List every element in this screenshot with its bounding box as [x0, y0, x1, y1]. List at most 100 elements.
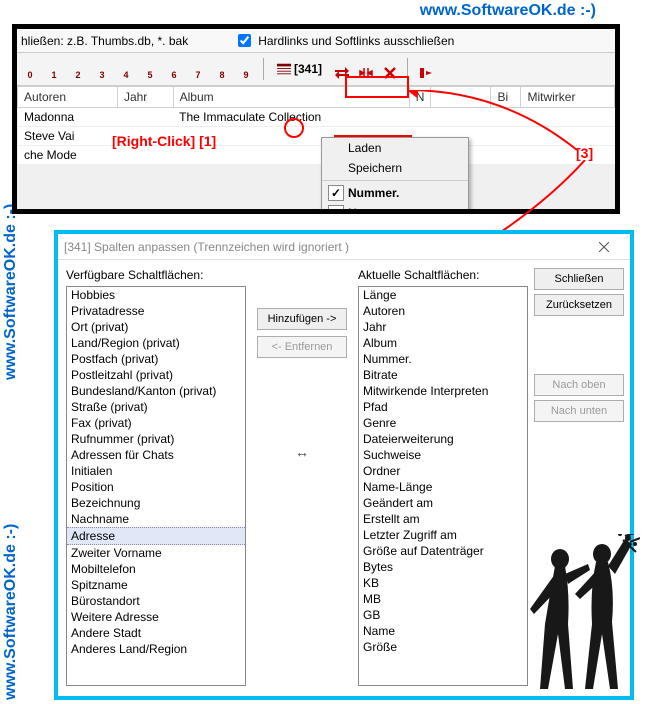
dialog-title: [341] Spalten anpassen (Trennzeichen wir…	[64, 240, 349, 254]
toolbar-btn-k9[interactable]: 9	[235, 57, 257, 81]
close-icon	[599, 242, 609, 252]
list-item[interactable]: Autoren	[359, 303, 527, 319]
list-item[interactable]: Bürostandort	[67, 593, 245, 609]
available-listbox[interactable]: HobbiesPrivatadresseOrt (privat)Land/Reg…	[66, 286, 246, 686]
close-button[interactable]	[584, 235, 624, 259]
list-item[interactable]: Weitere Adresse	[67, 609, 245, 625]
toolbar-btn-k0[interactable]: 0	[19, 57, 41, 81]
list-item[interactable]: Privatadresse	[67, 303, 245, 319]
watermark-top: www.SoftwareOK.de :-)	[420, 2, 596, 20]
current-label: Aktuelle Schaltflächen:	[358, 268, 528, 282]
list-item[interactable]: Größe	[359, 639, 527, 655]
current-column: Aktuelle Schaltflächen: LängeAutorenJahr…	[358, 268, 528, 688]
menu-name[interactable]: Name	[322, 203, 468, 214]
list-item[interactable]: Geändert am	[359, 495, 527, 511]
columns-341-label: [341]	[294, 62, 322, 76]
column-context-menu: Laden Speichern Nummer. Name	[321, 137, 469, 214]
list-item[interactable]: Position	[67, 479, 245, 495]
annotation-circle-1	[284, 118, 304, 138]
toolbar-btn-k5[interactable]: 5	[139, 57, 161, 81]
list-item[interactable]: Bitrate	[359, 367, 527, 383]
watermark-left: www.SoftwareOK.de :-)	[2, 204, 20, 380]
list-item[interactable]: Anderes Land/Region	[67, 641, 245, 657]
add-button[interactable]: Hinzufügen ->	[257, 308, 347, 330]
columns-341-button[interactable]: [341]	[270, 57, 329, 81]
list-item[interactable]: GB	[359, 607, 527, 623]
remove-button[interactable]: <- Entfernen	[257, 336, 347, 358]
list-item[interactable]: Rufnummer (privat)	[67, 431, 245, 447]
list-item[interactable]: Spitzname	[67, 577, 245, 593]
dialog-titlebar: [341] Spalten anpassen (Trennzeichen wir…	[58, 234, 630, 260]
menu-nummer[interactable]: Nummer.	[322, 183, 468, 203]
col-autoren[interactable]: Autoren	[18, 87, 118, 108]
list-item[interactable]: Ordner	[359, 463, 527, 479]
list-item[interactable]: Erstellt am	[359, 511, 527, 527]
list-item[interactable]: Länge	[359, 287, 527, 303]
toolbar-separator	[263, 58, 264, 80]
list-item[interactable]: Genre	[359, 415, 527, 431]
move-down-button[interactable]: Nach unten	[534, 400, 624, 422]
list-item[interactable]: KB	[359, 575, 527, 591]
columns-icon	[277, 63, 291, 75]
list-item[interactable]: Zweiter Vorname	[67, 545, 245, 561]
list-item[interactable]: Nummer.	[359, 351, 527, 367]
list-item[interactable]: Bezeichnung	[67, 495, 245, 511]
list-item[interactable]: Andere Stadt	[67, 625, 245, 641]
list-item[interactable]: Bytes	[359, 559, 527, 575]
hardlinks-checkbox-label[interactable]: Hardlinks und Softlinks ausschließen	[234, 31, 454, 50]
watermark-left-2: www.SoftwareOK.de :-)	[2, 524, 20, 700]
toolbar-btn-k2[interactable]: 2	[67, 57, 89, 81]
list-item[interactable]: MB	[359, 591, 527, 607]
filter-row: hließen: z.B. Thumbs.db, *. bak Hardlink…	[17, 29, 615, 52]
menu-laden[interactable]: Laden	[322, 138, 468, 158]
reset-button[interactable]: Zurücksetzen	[534, 294, 624, 316]
list-item[interactable]: Suchweise	[359, 447, 527, 463]
list-item[interactable]: Jahr	[359, 319, 527, 335]
list-item[interactable]: Postfach (privat)	[67, 351, 245, 367]
list-item[interactable]: Letzter Zugriff am	[359, 527, 527, 543]
list-item[interactable]: Adresse	[67, 527, 245, 545]
col-jahr[interactable]: Jahr	[117, 87, 173, 108]
available-column: Verfügbare Schaltflächen: HobbiesPrivata…	[66, 268, 246, 688]
toolbar-btn-k4[interactable]: 4	[115, 57, 137, 81]
toolbar-btn-k1[interactable]: 1	[43, 57, 65, 81]
list-item[interactable]: Mobiltelefon	[67, 561, 245, 577]
menu-speichern[interactable]: Speichern	[322, 158, 468, 178]
move-up-button[interactable]: Nach oben	[534, 374, 624, 396]
list-item[interactable]: Name	[359, 623, 527, 639]
hardlinks-text: Hardlinks und Softlinks ausschließen	[258, 34, 454, 48]
list-item[interactable]: Land/Region (privat)	[67, 335, 245, 351]
toolbar-btn-k8[interactable]: 8	[211, 57, 233, 81]
tool-icon	[418, 66, 432, 80]
grip-icon[interactable]: ↔	[295, 444, 309, 460]
list-item[interactable]: Dateierweiterung	[359, 431, 527, 447]
list-item[interactable]: Nachname	[67, 511, 245, 527]
list-item[interactable]: Initialen	[67, 463, 245, 479]
list-item[interactable]: Hobbies	[67, 287, 245, 303]
toolbar: 0 1 2 3 4 5 6 7 8 9 [341]	[17, 52, 615, 86]
list-item[interactable]: Mitwirkende Interpreten	[359, 383, 527, 399]
menu-separator	[322, 180, 468, 181]
list-item[interactable]: Album	[359, 335, 527, 351]
list-item[interactable]: Größe auf Datenträger	[359, 543, 527, 559]
middle-buttons: Hinzufügen -> <- Entfernen ↔	[252, 268, 352, 688]
available-label: Verfügbare Schaltflächen:	[66, 268, 246, 282]
list-item[interactable]: Adressen für Chats	[67, 447, 245, 463]
toolbar-btn-k3[interactable]: 3	[91, 57, 113, 81]
dialog-close-button[interactable]: Schließen	[534, 268, 624, 290]
toolbar-btn-k7[interactable]: 7	[187, 57, 209, 81]
list-item[interactable]: Postleitzahl (privat)	[67, 367, 245, 383]
hardlinks-checkbox[interactable]	[238, 34, 251, 47]
toolbar-btn-k6[interactable]: 6	[163, 57, 185, 81]
list-item[interactable]: Ort (privat)	[67, 319, 245, 335]
list-item[interactable]: Fax (privat)	[67, 415, 245, 431]
annotation-rightclick: [Right-Click] [1]	[112, 133, 216, 149]
annotation-box-341	[345, 76, 409, 98]
list-item[interactable]: Bundesland/Kanton (privat)	[67, 383, 245, 399]
list-item[interactable]: Pfad	[359, 399, 527, 415]
list-item[interactable]: Name-Länge	[359, 479, 527, 495]
list-item[interactable]: Straße (privat)	[67, 399, 245, 415]
silhouette-decoration	[520, 534, 640, 694]
current-listbox[interactable]: LängeAutorenJahrAlbumNummer.BitrateMitwi…	[358, 286, 528, 686]
toolbar-last-button[interactable]	[414, 57, 436, 81]
